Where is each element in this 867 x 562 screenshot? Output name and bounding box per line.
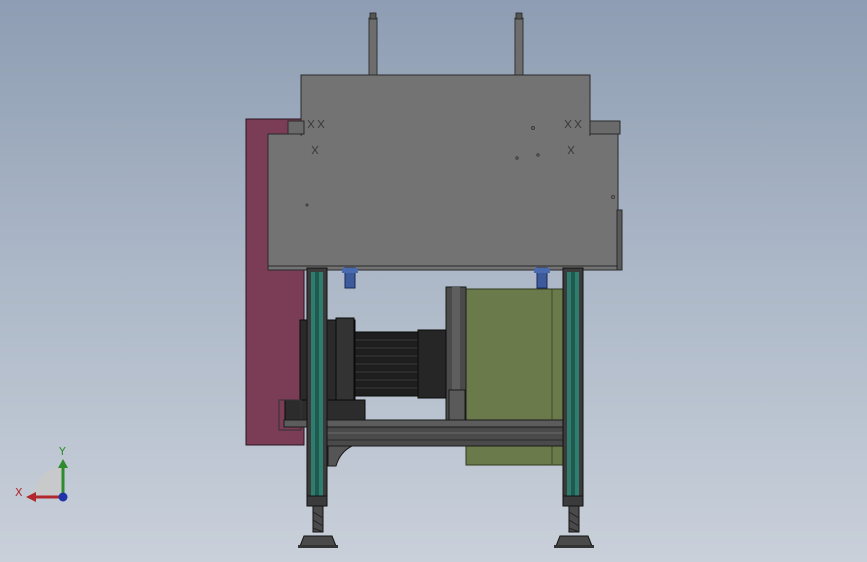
frame-beam-main [324, 426, 567, 447]
cad-viewport[interactable]: X Y [0, 0, 867, 562]
housing-side-tab [616, 209, 623, 271]
orientation-triad: X Y [15, 445, 68, 502]
housing-body [267, 133, 619, 271]
guide-rod-left [368, 12, 378, 79]
leveling-foot-left [298, 505, 338, 548]
housing-joint [302, 130, 589, 138]
leveling-foot-right [554, 505, 594, 548]
housing-ledge-left [287, 120, 305, 135]
triad-xy-plane [33, 467, 63, 497]
triad-y-arrow [58, 459, 68, 468]
housing-top [300, 74, 591, 136]
mount-bracket-left [342, 267, 358, 289]
guide-rod-right [514, 12, 524, 79]
frame-leg-right [562, 267, 584, 507]
mount-bracket-right [534, 267, 550, 289]
housing-ledge-right [589, 120, 621, 135]
triad-x-label: X [15, 486, 23, 499]
frame-leg-left [306, 267, 328, 507]
assembly-model-view[interactable]: X Y [0, 0, 867, 562]
frame-gusset [327, 445, 353, 467]
inner-frame-plate [448, 389, 466, 423]
triad-x-arrow [26, 492, 36, 502]
triad-y-label: Y [58, 445, 66, 458]
triad-z-axis-dot [58, 492, 68, 502]
